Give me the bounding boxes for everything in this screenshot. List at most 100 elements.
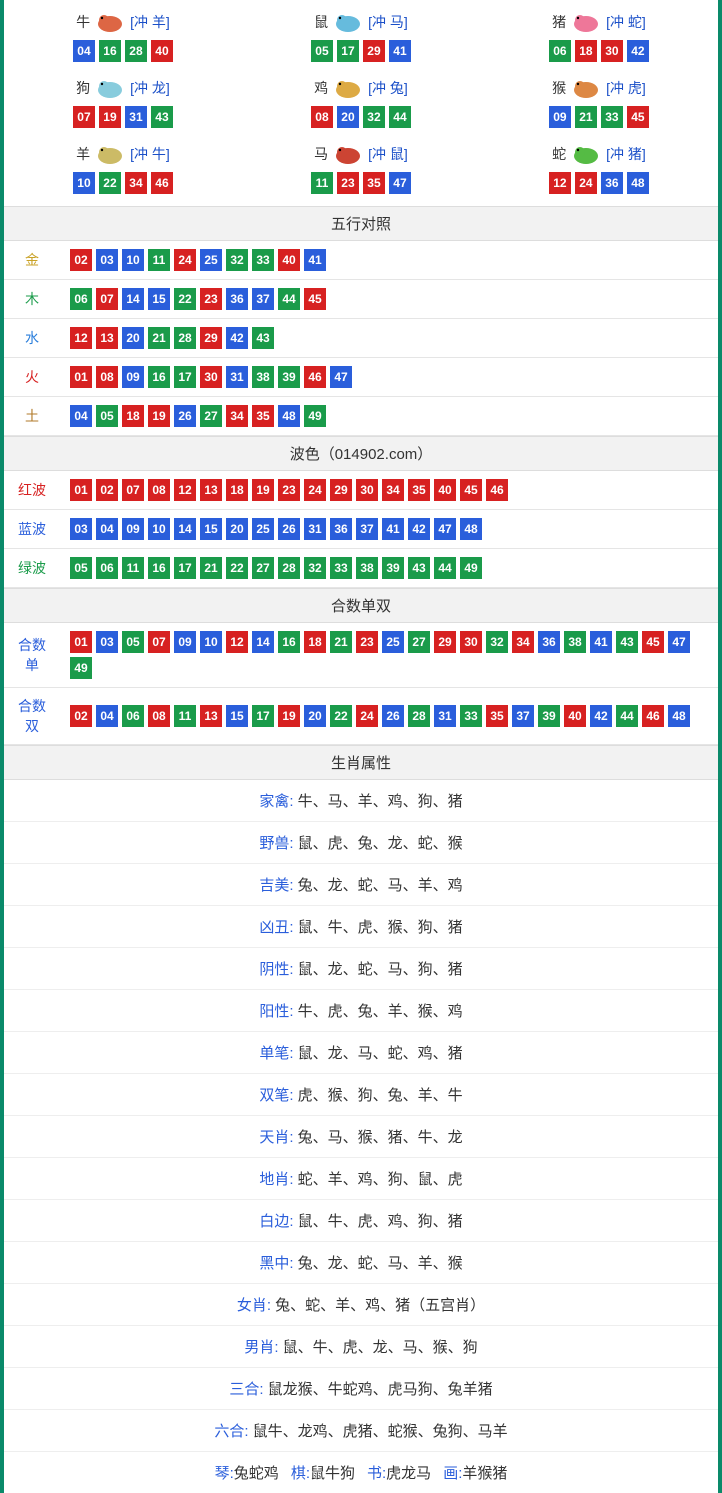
number-ball: 19 <box>278 705 300 727</box>
four-value: 兔蛇鸡 <box>234 1465 279 1482</box>
number-ball: 40 <box>434 479 456 501</box>
four-key: 书: <box>367 1465 386 1482</box>
number-ball: 22 <box>226 557 248 579</box>
zodiac-cell: 羊 [冲 牛] 10223446 <box>4 136 242 202</box>
number-ball: 17 <box>174 366 196 388</box>
attr-value: 兔、蛇、羊、鸡、猪（五宫肖） <box>275 1297 485 1314</box>
attr-row: 吉美: 兔、龙、蛇、马、羊、鸡 <box>4 864 718 906</box>
attr-key: 三合: <box>229 1381 263 1398</box>
number-ball: 29 <box>434 631 456 653</box>
attr-key: 野兽: <box>259 835 293 852</box>
zodiac-chong: [冲 猪] <box>606 144 646 164</box>
number-ball: 11 <box>148 249 170 271</box>
attr-row: 三合: 鼠龙猴、牛蛇鸡、虎马狗、兔羊猪 <box>4 1368 718 1410</box>
number-ball: 03 <box>96 631 118 653</box>
number-ball: 44 <box>616 705 638 727</box>
number-ball: 21 <box>148 327 170 349</box>
number-ball: 17 <box>174 557 196 579</box>
zodiac-balls: 12243648 <box>480 172 718 194</box>
four-value: 鼠牛狗 <box>310 1465 355 1482</box>
number-ball: 41 <box>389 40 411 62</box>
number-ball: 10 <box>73 172 95 194</box>
attr-row: 凶丑: 鼠、牛、虎、猴、狗、猪 <box>4 906 718 948</box>
table-row: 金 02031011242532334041 <box>4 241 718 280</box>
number-ball: 35 <box>486 705 508 727</box>
number-ball: 29 <box>330 479 352 501</box>
zodiac-icon <box>330 10 366 34</box>
row-balls-cell: 03040910141520252631363741424748 <box>60 510 718 549</box>
number-ball: 49 <box>304 405 326 427</box>
number-ball: 14 <box>174 518 196 540</box>
zodiac-balls: 04162840 <box>4 40 242 62</box>
number-ball: 38 <box>564 631 586 653</box>
number-ball: 16 <box>148 557 170 579</box>
number-ball: 15 <box>148 288 170 310</box>
number-ball: 21 <box>330 631 352 653</box>
section-header-attrs: 生肖属性 <box>4 745 718 780</box>
number-ball: 39 <box>278 366 300 388</box>
number-ball: 35 <box>363 172 385 194</box>
number-ball: 20 <box>304 705 326 727</box>
number-ball: 45 <box>460 479 482 501</box>
number-ball: 49 <box>70 657 92 679</box>
number-ball: 25 <box>382 631 404 653</box>
number-ball: 02 <box>96 479 118 501</box>
attr-key: 凶丑: <box>259 919 293 936</box>
number-ball: 18 <box>575 40 597 62</box>
zodiac-name: 蛇 <box>552 144 566 164</box>
number-ball: 07 <box>148 631 170 653</box>
number-ball: 16 <box>99 40 121 62</box>
zodiac-chong: [冲 牛] <box>130 144 170 164</box>
number-ball: 23 <box>200 288 222 310</box>
four-seg: 琴:兔蛇鸡 <box>215 1462 279 1483</box>
number-ball: 08 <box>148 705 170 727</box>
number-ball: 23 <box>278 479 300 501</box>
four-seg: 书:虎龙马 <box>367 1462 431 1483</box>
attr-row: 双笔: 虎、猴、狗、兔、羊、牛 <box>4 1074 718 1116</box>
number-ball: 21 <box>575 106 597 128</box>
number-ball: 04 <box>96 705 118 727</box>
zodiac-icon <box>568 10 604 34</box>
attr-value: 鼠龙猴、牛蛇鸡、虎马狗、兔羊猪 <box>268 1381 493 1398</box>
zodiac-icon <box>330 76 366 100</box>
number-ball: 17 <box>252 705 274 727</box>
wuxing-table: 金 02031011242532334041 木 060714152223363… <box>4 241 718 436</box>
number-ball: 33 <box>252 249 274 271</box>
zodiac-balls: 06183042 <box>480 40 718 62</box>
attr-key: 女肖: <box>237 1297 271 1314</box>
number-ball: 05 <box>311 40 333 62</box>
section-header-wuxing: 五行对照 <box>4 206 718 241</box>
number-ball: 06 <box>96 557 118 579</box>
number-ball: 18 <box>304 631 326 653</box>
number-ball: 41 <box>382 518 404 540</box>
number-ball: 29 <box>363 40 385 62</box>
zodiac-chong: [冲 龙] <box>130 78 170 98</box>
number-ball: 39 <box>538 705 560 727</box>
attr-row: 阳性: 牛、虎、兔、羊、猴、鸡 <box>4 990 718 1032</box>
number-ball: 24 <box>304 479 326 501</box>
number-ball: 35 <box>252 405 274 427</box>
bose-table: 红波 0102070812131819232429303435404546 蓝波… <box>4 471 718 588</box>
number-ball: 04 <box>73 40 95 62</box>
zodiac-icon <box>92 76 128 100</box>
number-ball: 20 <box>226 518 248 540</box>
attr-value: 蛇、羊、鸡、狗、鼠、虎 <box>298 1171 463 1188</box>
number-ball: 32 <box>363 106 385 128</box>
number-ball: 12 <box>174 479 196 501</box>
number-ball: 44 <box>434 557 456 579</box>
row-label: 金 <box>4 241 60 280</box>
table-row: 合数单 010305070910121416182123252729303234… <box>4 623 718 688</box>
section-header-heshu: 合数单双 <box>4 588 718 623</box>
row-balls-cell: 1213202128294243 <box>60 319 718 358</box>
attr-row: 白边: 鼠、牛、虎、鸡、狗、猪 <box>4 1200 718 1242</box>
row-label: 绿波 <box>4 549 60 588</box>
number-ball: 24 <box>356 705 378 727</box>
attr-key: 阴性: <box>259 961 293 978</box>
number-ball: 43 <box>616 631 638 653</box>
attr-row: 地肖: 蛇、羊、鸡、狗、鼠、虎 <box>4 1158 718 1200</box>
row-label: 合数双 <box>4 688 60 745</box>
number-ball: 40 <box>564 705 586 727</box>
number-ball: 03 <box>96 249 118 271</box>
number-ball: 33 <box>460 705 482 727</box>
attr-key: 天肖: <box>259 1129 293 1146</box>
